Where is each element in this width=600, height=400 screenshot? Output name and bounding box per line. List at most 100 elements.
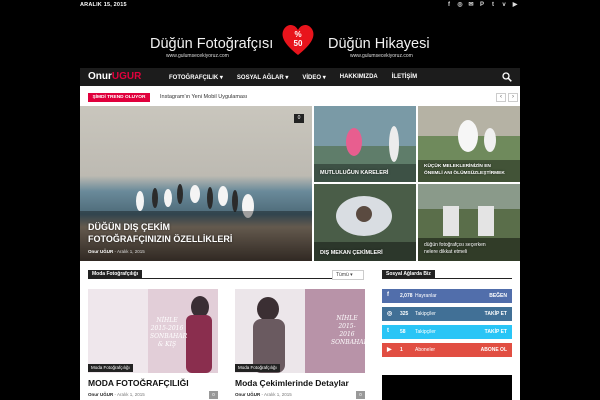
trending-bar: ŞİMDİ TREND OLUYOR Instagram'ın Yeni Mob… xyxy=(88,93,518,103)
site-logo[interactable]: Düğün Fotoğrafçısı % 50 Düğün Hikayesi w… xyxy=(140,20,460,70)
moda-card-1-image[interactable]: NİHLE 2015-2016 SONBAHAR & KIŞ xyxy=(88,289,218,373)
top-bar: ARALIK 15, 2015 f ◎ ✉ P t v ▶ xyxy=(0,0,600,12)
social-row-instagram[interactable]: ◎ 325 Takipçiler TAKİP ET xyxy=(382,307,512,321)
moda-card-2-overlay-2: 2015-2016 xyxy=(338,323,356,338)
instagram-count: 325 xyxy=(400,311,409,317)
youtube-label: Aboneler xyxy=(415,347,436,353)
facebook-count: 2,078 xyxy=(400,293,413,299)
site-header: Düğün Fotoğrafçısı % 50 Düğün Hikayesi w… xyxy=(0,12,600,68)
logo-left-text: Düğün Fotoğrafçısı xyxy=(150,36,274,52)
facebook-icon: f xyxy=(387,292,389,298)
youtube-subscribe-button[interactable]: ABONE OL xyxy=(481,347,507,353)
youtube-count: 1 xyxy=(400,347,403,353)
main-nav: OnurUGUR FOTOĞRAFÇILIK ▾ SOSYAL AĞLAR ▾ … xyxy=(80,68,520,86)
featured-main-title[interactable]: DÜĞÜN DIŞ ÇEKİM FOTOĞRAFÇINIZIN ÖZELLİKL… xyxy=(88,221,232,245)
featured-post-2-title-line2: ÖNEMLİ ANI ÖLÜMSÜZLEŞTİRMEK xyxy=(424,170,505,176)
logo-url-left: www.gulumsecekiyoruz.com xyxy=(166,53,229,59)
instagram-follow-button[interactable]: TAKİP ET xyxy=(485,311,507,317)
trending-next-button[interactable]: › xyxy=(508,93,518,102)
content-area: ŞİMDİ TREND OLUYOR Instagram'ın Yeni Mob… xyxy=(80,86,520,400)
nav-item-sosyal-aglar[interactable]: SOSYAL AĞLAR ▾ xyxy=(230,68,295,86)
featured-main-author[interactable]: Onur UĞUR xyxy=(88,249,113,254)
instagram-icon: ◎ xyxy=(387,311,393,317)
moda-card-1-overlay: NİHLE 2015-2016 SONBAHAR & KIŞ xyxy=(150,317,188,349)
nav-item-hakkimizda[interactable]: HAKKIMIZDA xyxy=(333,68,385,86)
heart-label: % 50 xyxy=(280,30,316,48)
moda-card-1-date: Aralık 1, 2015 xyxy=(117,392,145,397)
brand-part-a: Onur xyxy=(88,71,112,82)
instagram-icon[interactable]: ◎ xyxy=(457,1,463,9)
nav-menu: FOTOĞRAFÇILIK ▾ SOSYAL AĞLAR ▾ VİDEO ▾ H… xyxy=(162,68,424,86)
moda-section-title[interactable]: Moda Fotoğrafçılığı xyxy=(88,270,143,279)
twitter-follow-button[interactable]: TAKİP ET xyxy=(485,329,507,335)
moda-card-2-date: Aralık 1, 2015 xyxy=(264,392,292,397)
nav-item-video[interactable]: VİDEO ▾ xyxy=(295,68,332,86)
logo-url-right: www.gulumsecekiyoruz.com xyxy=(350,53,413,59)
featured-main-title-line2: FOTOĞRAFÇINIZIN ÖZELLİKLERİ xyxy=(88,234,233,244)
moda-card-2-comment-count[interactable]: 0 xyxy=(356,391,365,399)
youtube-icon[interactable]: ▶ xyxy=(512,1,518,9)
featured-post-3-title[interactable]: DIŞ MEKAN ÇEKİMLERİ xyxy=(320,250,383,256)
moda-card-2-meta: Onur UĞUR - Aralık 1, 2015 xyxy=(235,392,292,397)
featured-post-2[interactable]: KÜÇÜK MELEKLERİNİZİN EN ÖNEMLİ ANI ÖLÜMS… xyxy=(418,106,520,182)
featured-post-1[interactable]: MUTLULUĞUN KARELERİ xyxy=(314,106,416,182)
nav-item-fotografcilik[interactable]: FOTOĞRAFÇILIK ▾ xyxy=(162,68,230,86)
moda-card-2-overlay-1: NİHLE xyxy=(336,315,358,322)
featured-main-comment-count[interactable]: 0 xyxy=(294,114,304,123)
social-row-facebook[interactable]: f 2,078 Hayranlar BEĞEN xyxy=(382,289,512,303)
moda-card-2-author[interactable]: Onur UĞUR xyxy=(235,392,260,397)
logo-right-text: Düğün Hikayesi xyxy=(328,36,430,52)
moda-sort-dropdown[interactable]: Tümü ▾ xyxy=(332,270,364,280)
top-social-icons: f ◎ ✉ P t v ▶ xyxy=(446,1,518,9)
social-row-youtube[interactable]: ▶ 1 Aboneler ABONE OL xyxy=(382,343,512,357)
moda-card-1-title[interactable]: MODA FOTOĞRAFÇILIĞI xyxy=(88,378,189,388)
featured-post-3[interactable]: DIŞ MEKAN ÇEKİMLERİ xyxy=(314,184,416,261)
moda-card-1-overlay-2: 2015-2016 xyxy=(150,325,184,332)
current-date: ARALIK 15, 2015 xyxy=(80,2,127,8)
featured-post-1-title[interactable]: MUTLULUĞUN KARELERİ xyxy=(320,170,388,176)
featured-post-2-title[interactable]: KÜÇÜK MELEKLERİNİZİN EN ÖNEMLİ ANI ÖLÜMS… xyxy=(424,164,505,177)
moda-card-1-category[interactable]: Moda Fotoğrafçılığı xyxy=(88,364,133,372)
trending-prev-button[interactable]: ‹ xyxy=(496,93,506,102)
featured-post-4-title-line1: düğün fotoğrafçısı seçerken xyxy=(424,242,486,248)
social-row-twitter[interactable]: t 58 Takipçiler TAKİP ET xyxy=(382,325,512,339)
social-section-title: Sosyal Ağlarda Biz xyxy=(382,270,435,279)
moda-card-1-overlay-3: SONBAHAR & KIŞ xyxy=(150,333,188,348)
facebook-like-button[interactable]: BEĞEN xyxy=(489,293,507,299)
moda-card-1-author[interactable]: Onur UĞUR xyxy=(88,392,113,397)
featured-main-title-line1: DÜĞÜN DIŞ ÇEKİM xyxy=(88,222,171,232)
featured-post-4[interactable]: düğün fotoğrafçısı seçerken nelere dikka… xyxy=(418,184,520,261)
trending-badge: ŞİMDİ TREND OLUYOR xyxy=(88,93,150,102)
mail-icon[interactable]: ✉ xyxy=(468,1,474,9)
youtube-icon: ▶ xyxy=(387,347,392,353)
moda-card-2-overlay: NİHLE 2015-2016 SONBAHAR xyxy=(331,315,365,347)
facebook-label: Hayranlar xyxy=(415,293,437,299)
twitter-icon[interactable]: t xyxy=(490,1,496,9)
trending-headline[interactable]: Instagram'ın Yeni Mobil Uygulaması xyxy=(160,94,247,100)
moda-card-2-overlay-3: SONBAHAR xyxy=(331,339,365,346)
moda-card-2-image[interactable]: NİHLE 2015-2016 SONBAHAR xyxy=(235,289,365,373)
facebook-icon[interactable]: f xyxy=(446,1,452,9)
instagram-label: Takipçiler xyxy=(415,311,436,317)
pinterest-icon[interactable]: P xyxy=(479,1,485,9)
twitter-count: 58 xyxy=(400,329,406,335)
nav-item-iletisim[interactable]: İLETİŞİM xyxy=(385,68,424,86)
moda-card-2-title[interactable]: Moda Çekimlerinde Detaylar xyxy=(235,378,349,388)
moda-card-1-comment-count[interactable]: 0 xyxy=(209,391,218,399)
featured-main-meta: Onur UĞUR - Aralık 1, 2015 xyxy=(88,249,145,254)
sidebar-ad-box[interactable] xyxy=(382,375,512,400)
twitter-icon: t xyxy=(387,328,389,334)
search-icon[interactable] xyxy=(502,72,512,82)
featured-main-post[interactable]: 0 DÜĞÜN DIŞ ÇEKİM FOTOĞRAFÇINIZIN ÖZELLİ… xyxy=(80,106,312,261)
featured-post-4-title[interactable]: düğün fotoğrafçısı seçerken nelere dikka… xyxy=(424,242,486,256)
brand-part-b: UGUR xyxy=(111,71,142,82)
nav-brand[interactable]: OnurUGUR xyxy=(88,71,141,82)
heart-label-top: % xyxy=(294,30,302,39)
moda-card-1-overlay-1: NİHLE xyxy=(156,317,178,324)
twitter-label: Takipçiler xyxy=(415,329,436,335)
moda-card-1-meta: Onur UĞUR - Aralık 1, 2015 xyxy=(88,392,145,397)
vimeo-icon[interactable]: v xyxy=(501,1,507,9)
featured-post-4-title-line2: nelere dikkat etmeli xyxy=(424,249,468,255)
featured-main-date: Aralık 1, 2015 xyxy=(117,249,145,254)
moda-card-2-category[interactable]: Moda Fotoğrafçılığı xyxy=(235,364,280,372)
